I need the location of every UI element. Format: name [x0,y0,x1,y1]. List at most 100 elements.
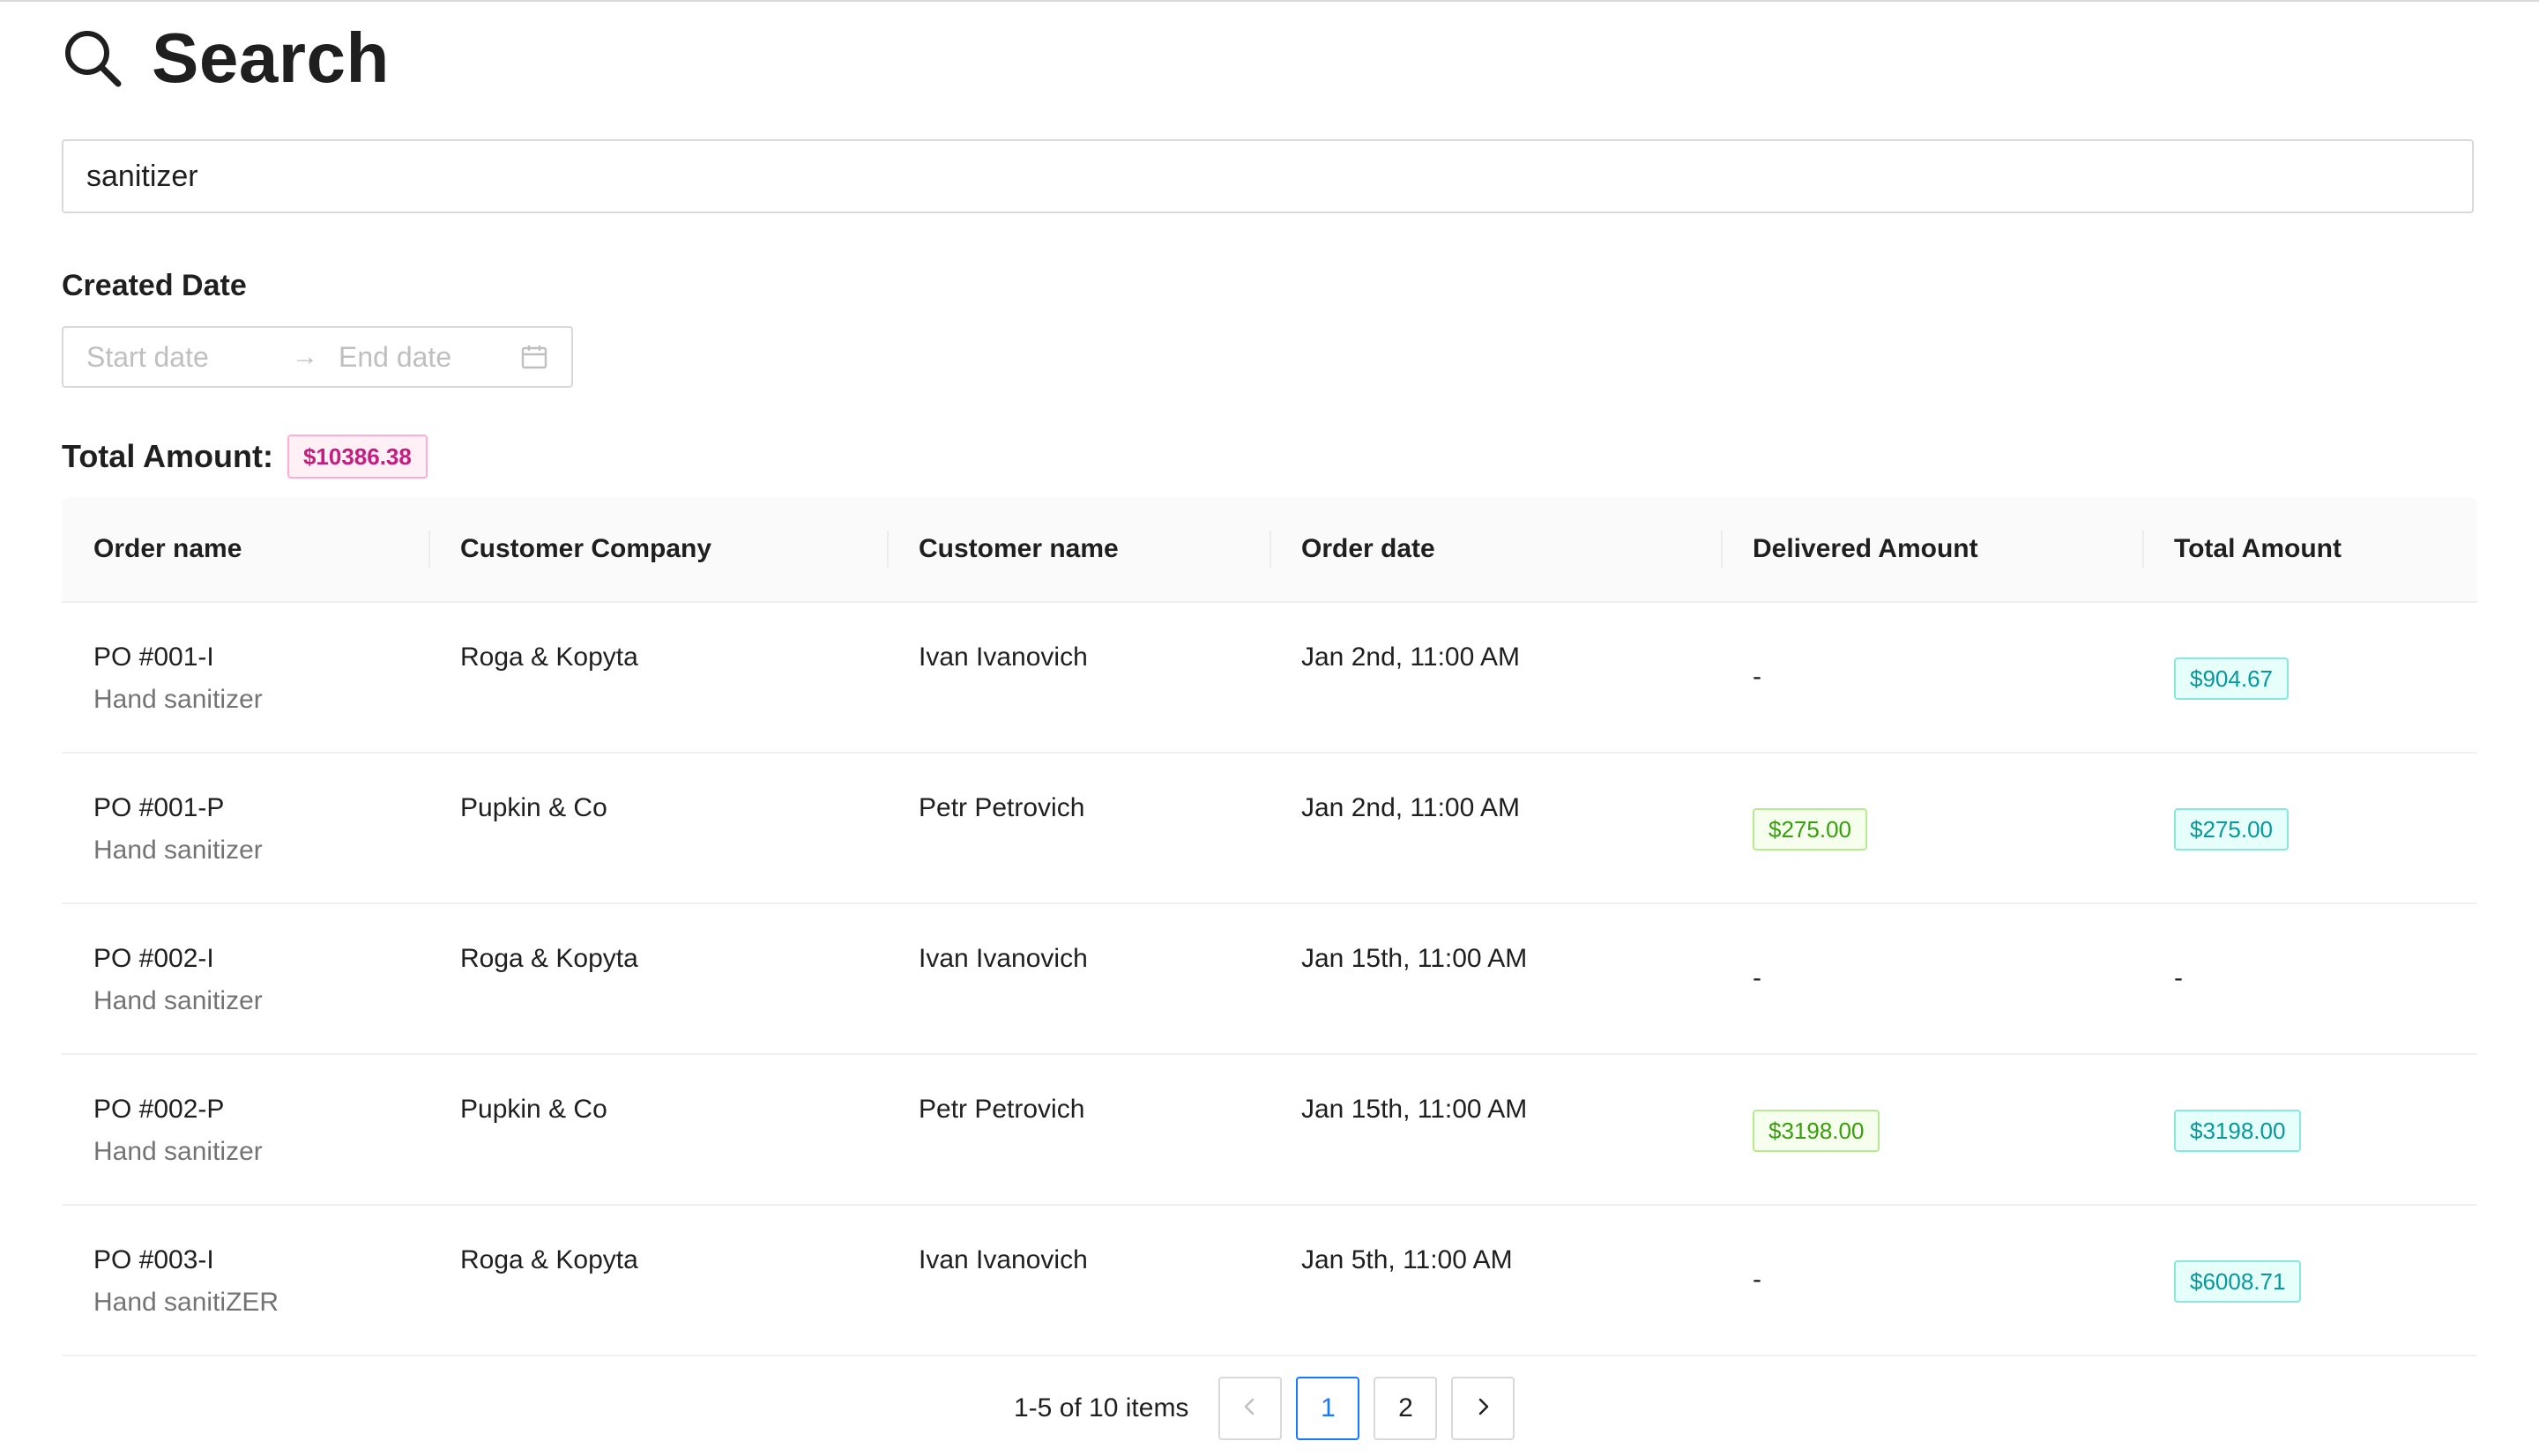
customer-company: Pupkin & Co [460,1095,607,1124]
end-date-input[interactable]: End date [339,341,520,374]
order-number: PO #002-I [93,944,214,973]
next-page-button[interactable] [1451,1377,1515,1440]
total-amount-label: Total Amount: [62,438,273,474]
customer-name-cell: Petr Petrovich [887,1055,1270,1204]
order-name-cell: PO #001-P Hand sanitizer [62,754,428,903]
total-amount-tag: $904.67 [2174,657,2289,700]
customer-company: Pupkin & Co [460,793,607,822]
pagination-summary: 1-5 of 10 items [1014,1393,1189,1423]
customer-name: Petr Petrovich [919,1095,1085,1124]
customer-name-cell: Ivan Ivanovich [887,603,1270,752]
page-title: Search [152,19,390,97]
table-row[interactable]: PO #002-P Hand sanitizer Pupkin & Co Pet… [62,1055,2477,1206]
search-icon [62,27,123,89]
chevron-right-icon [1473,1393,1493,1423]
order-date: Jan 5th, 11:00 AM [1301,1245,1513,1274]
order-number: PO #002-P [93,1095,225,1124]
pagination: 1-5 of 10 items 1 2 [1014,1377,1515,1440]
page-2-button[interactable]: 2 [1374,1377,1438,1440]
order-date-cell: Jan 2nd, 11:00 AM [1270,754,1721,903]
column-header-order-date: Order date [1270,497,1721,601]
order-name-cell: PO #002-I Hand sanitizer [62,904,428,1053]
order-date: Jan 15th, 11:00 AM [1301,944,1528,973]
start-date-input[interactable]: Start date [86,341,280,374]
delivered-amount-cell: - [1721,904,2142,1053]
page-1-button[interactable]: 1 [1296,1377,1360,1440]
table-row[interactable]: PO #001-P Hand sanitizer Pupkin & Co Pet… [62,754,2477,904]
order-date: Jan 2nd, 11:00 AM [1301,793,1520,822]
column-header-delivered-amount: Delivered Amount [1721,497,2142,601]
calendar-icon[interactable] [520,343,548,371]
order-product: Hand sanitizer [93,1137,263,1166]
column-header-customer-name: Customer name [887,497,1270,601]
total-amount-tag: $275.00 [2174,808,2289,851]
previous-page-button[interactable] [1218,1377,1283,1440]
total-amount-summary: Total Amount: $10386.38 [62,432,428,481]
order-date-cell: Jan 15th, 11:00 AM [1270,904,1721,1053]
customer-name-cell: Ivan Ivanovich [887,1206,1270,1355]
customer-company-cell: Roga & Kopyta [428,603,887,752]
page-header: Search [62,18,390,99]
order-date: Jan 2nd, 11:00 AM [1301,643,1520,672]
order-product: Hand sanitizer [93,685,263,714]
top-divider [0,0,2539,2]
total-amount-tag: $6008.71 [2174,1260,2302,1303]
order-name-cell: PO #002-P Hand sanitizer [62,1055,428,1204]
column-header-total-amount: Total Amount [2142,497,2477,601]
total-amount-tag: $3198.00 [2174,1110,2302,1152]
customer-company-cell: Roga & Kopyta [428,904,887,1053]
total-amount-cell: $6008.71 [2142,1206,2477,1355]
delivered-amount-empty: - [1753,662,1761,691]
total-amount-cell: - [2142,904,2477,1053]
customer-company: Roga & Kopyta [460,643,638,672]
date-range-separator: → [292,342,318,371]
delivered-amount-tag: $3198.00 [1753,1110,1880,1152]
table-row[interactable]: PO #003-I Hand sanitiZER Roga & Kopyta I… [62,1206,2477,1356]
order-date-cell: Jan 5th, 11:00 AM [1270,1206,1721,1355]
table-row[interactable]: PO #002-I Hand sanitizer Roga & Kopyta I… [62,904,2477,1055]
customer-name: Ivan Ivanovich [919,643,1088,672]
table-row[interactable]: PO #001-I Hand sanitizer Roga & Kopyta I… [62,603,2477,754]
delivered-amount-cell: $275.00 [1721,754,2142,903]
delivered-amount-cell: - [1721,603,2142,752]
column-header-customer-company: Customer Company [428,497,887,601]
orders-table: Order name Customer Company Customer nam… [62,497,2477,1356]
customer-name-cell: Petr Petrovich [887,754,1270,903]
delivered-amount-empty: - [1753,963,1761,992]
order-name-cell: PO #003-I Hand sanitiZER [62,1206,428,1355]
order-date-cell: Jan 2nd, 11:00 AM [1270,603,1721,752]
order-date: Jan 15th, 11:00 AM [1301,1095,1528,1124]
customer-company: Roga & Kopyta [460,1245,638,1274]
delivered-amount-cell: - [1721,1206,2142,1355]
customer-company: Roga & Kopyta [460,944,638,973]
order-number: PO #001-I [93,643,214,672]
delivered-amount-cell: $3198.00 [1721,1055,2142,1204]
total-amount-cell: $275.00 [2142,754,2477,903]
order-number: PO #003-I [93,1245,214,1274]
total-amount-badge: $10386.38 [287,435,428,479]
chevron-left-icon [1240,1393,1260,1423]
order-product: Hand sanitizer [93,836,263,865]
order-date-cell: Jan 15th, 11:00 AM [1270,1055,1721,1204]
total-amount-empty: - [2174,963,2183,992]
total-amount-cell: $3198.00 [2142,1055,2477,1204]
order-product: Hand sanitizer [93,986,263,1015]
order-number: PO #001-P [93,793,225,822]
delivered-amount-empty: - [1753,1265,1761,1294]
customer-company-cell: Pupkin & Co [428,754,887,903]
customer-name: Petr Petrovich [919,793,1085,822]
created-date-label: Created Date [62,269,247,302]
customer-name: Ivan Ivanovich [919,944,1088,973]
order-product: Hand sanitiZER [93,1288,279,1317]
total-amount-cell: $904.67 [2142,603,2477,752]
table-header: Order name Customer Company Customer nam… [62,497,2477,603]
order-name-cell: PO #001-I Hand sanitizer [62,603,428,752]
customer-name: Ivan Ivanovich [919,1245,1088,1274]
customer-company-cell: Roga & Kopyta [428,1206,887,1355]
created-date-range-picker[interactable]: Start date → End date [62,326,573,388]
delivered-amount-tag: $275.00 [1753,808,1867,851]
search-input[interactable] [62,139,2474,213]
customer-company-cell: Pupkin & Co [428,1055,887,1204]
customer-name-cell: Ivan Ivanovich [887,904,1270,1053]
column-header-order-name: Order name [93,534,242,563]
